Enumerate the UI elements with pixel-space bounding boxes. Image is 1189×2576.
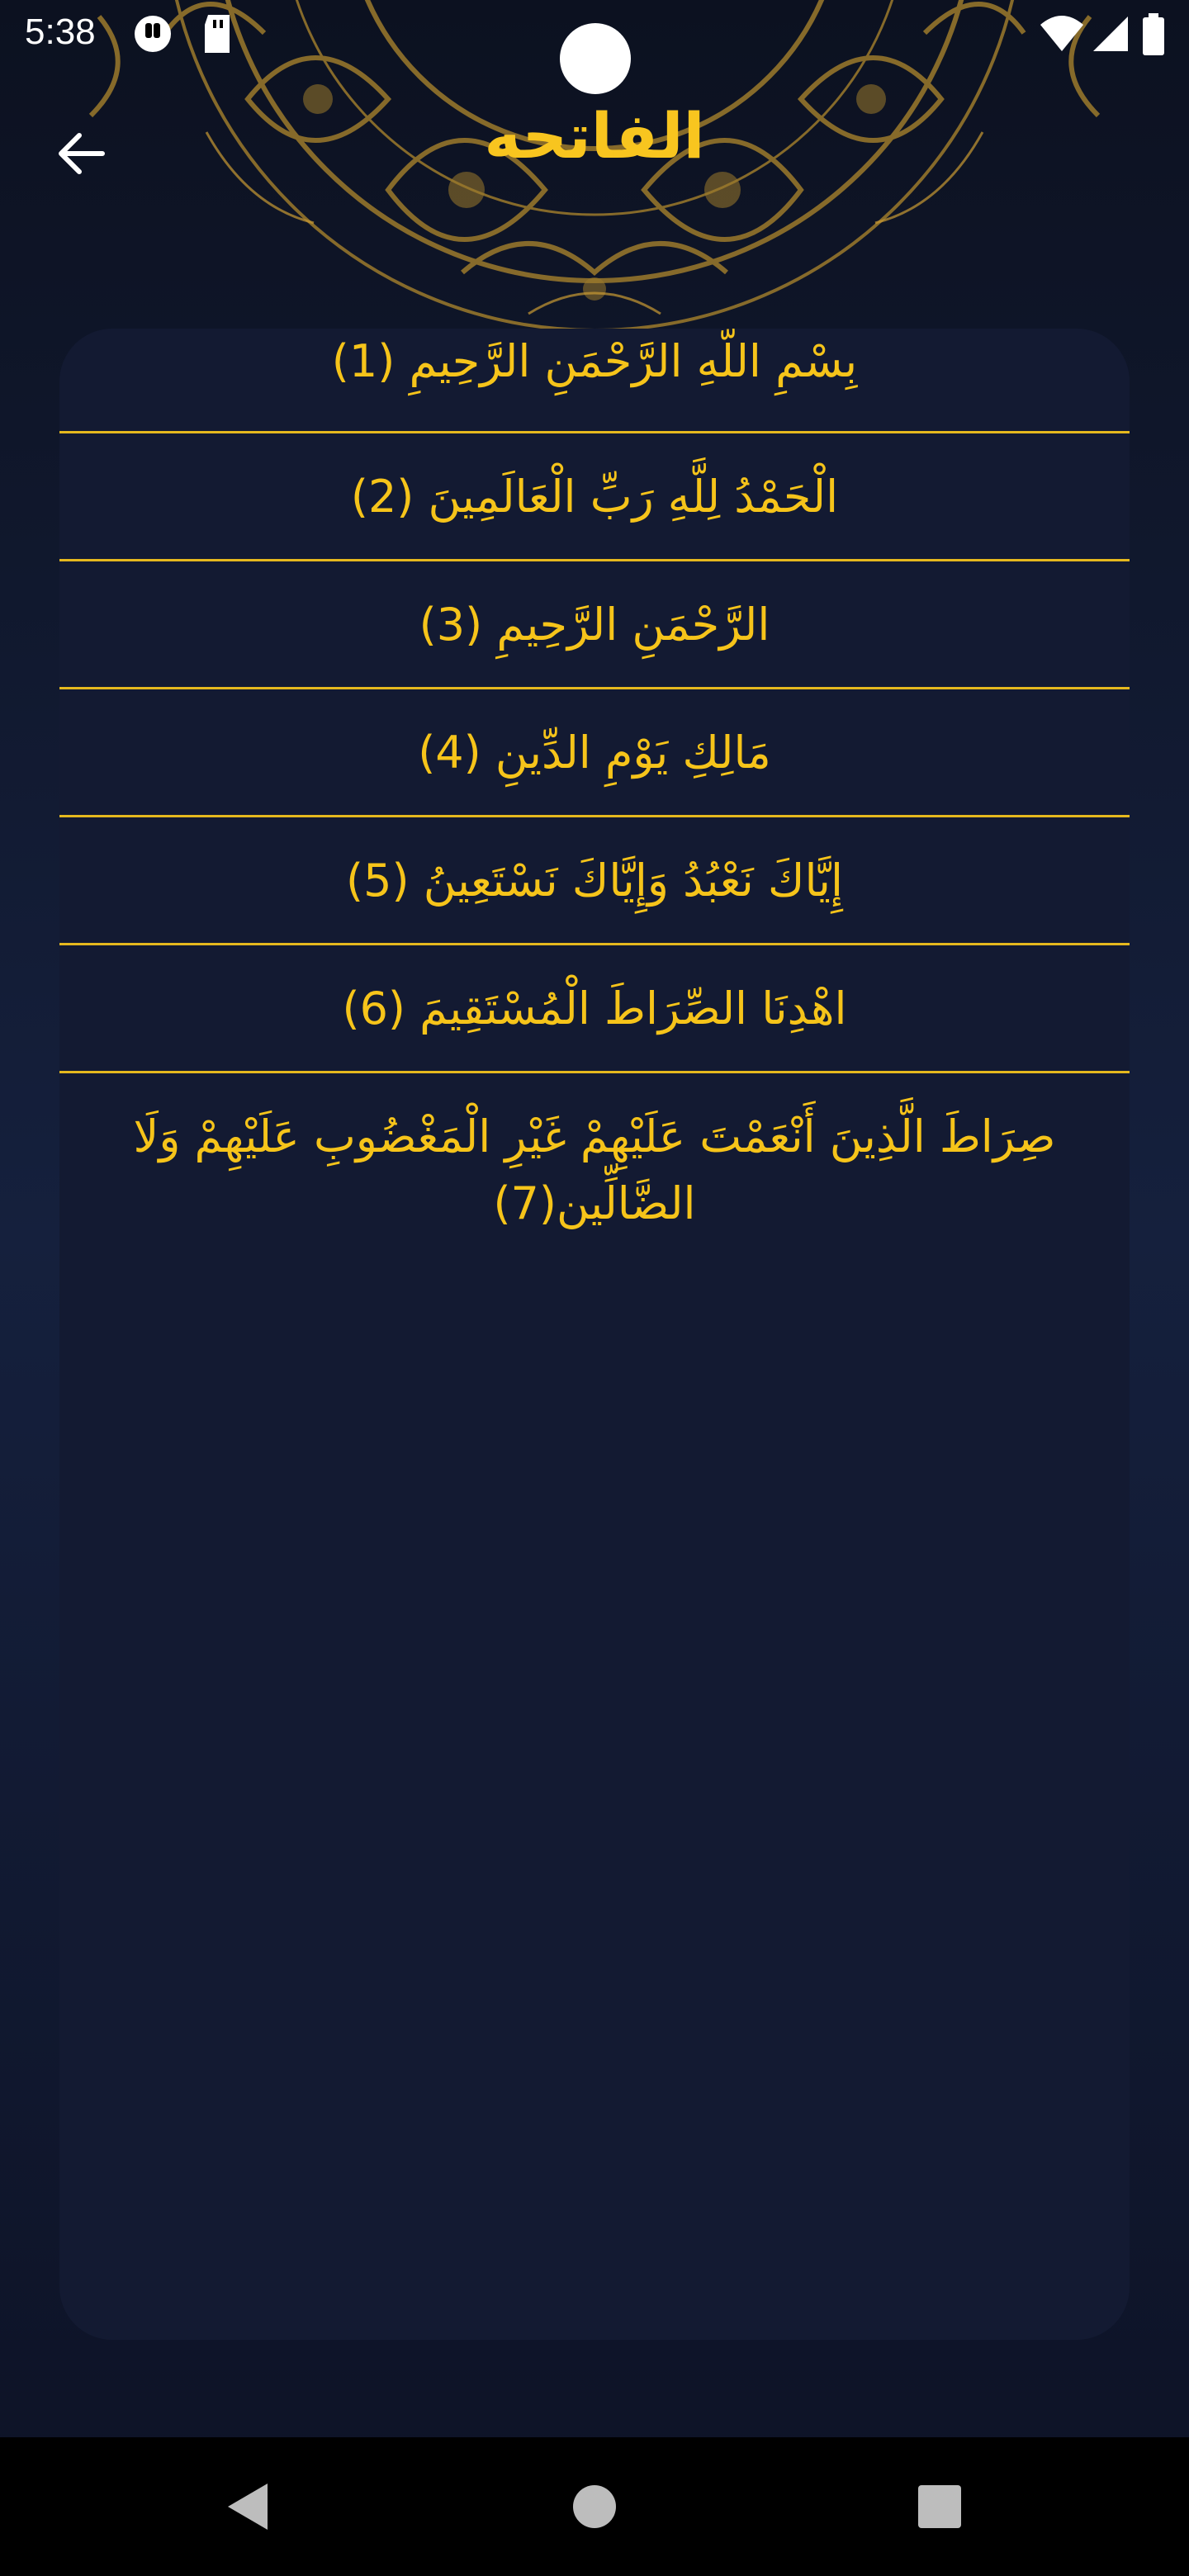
nav-back-button[interactable] bbox=[216, 2474, 282, 2540]
ayah-item-6[interactable]: اهْدِنَا الصِّرَاطَ الْمُسْتَقِيمَ (6) bbox=[59, 945, 1130, 1073]
ayah-item-1[interactable]: بِسْمِ اللَّهِ الرَّحْمَنِ الرَّحِيمِ (1… bbox=[59, 329, 1130, 433]
nav-home-button[interactable] bbox=[561, 2474, 628, 2540]
sd-card-icon bbox=[201, 13, 234, 58]
camera-cutout bbox=[560, 23, 631, 94]
app-bar: الفاتحه bbox=[0, 91, 1189, 206]
wifi-icon bbox=[1039, 13, 1085, 58]
recents-square-icon bbox=[918, 2485, 961, 2528]
page-title: الفاتحه bbox=[484, 99, 705, 173]
status-time: 5:38 bbox=[25, 12, 96, 52]
notification-icon bbox=[132, 13, 173, 58]
ayah-item-4[interactable]: مَالِكِ يَوْمِ الدِّينِ (4) bbox=[59, 689, 1130, 817]
back-triangle-icon bbox=[228, 2484, 268, 2530]
nav-recents-button[interactable] bbox=[907, 2474, 973, 2540]
ayah-item-5[interactable]: إِيَّاكَ نَعْبُدُ وَإِيَّاكَ نَسْتَعِينُ… bbox=[59, 817, 1130, 945]
ayah-item-7[interactable]: صِرَاطَ الَّذِينَ أَنْعَمْتَ عَلَيْهِمْ … bbox=[59, 1073, 1130, 1267]
system-nav-bar bbox=[0, 2437, 1189, 2576]
ayah-item-3[interactable]: الرَّحْمَنِ الرَّحِيمِ (3) bbox=[59, 561, 1130, 689]
home-circle-icon bbox=[573, 2485, 616, 2528]
ayah-item-2[interactable]: الْحَمْدُ لِلَّهِ رَبِّ الْعَالَمِينَ (2… bbox=[59, 433, 1130, 561]
battery-icon bbox=[1141, 13, 1166, 59]
signal-icon bbox=[1090, 13, 1131, 58]
ayah-list-card: بِسْمِ اللَّهِ الرَّحْمَنِ الرَّحِيمِ (1… bbox=[59, 329, 1130, 2340]
